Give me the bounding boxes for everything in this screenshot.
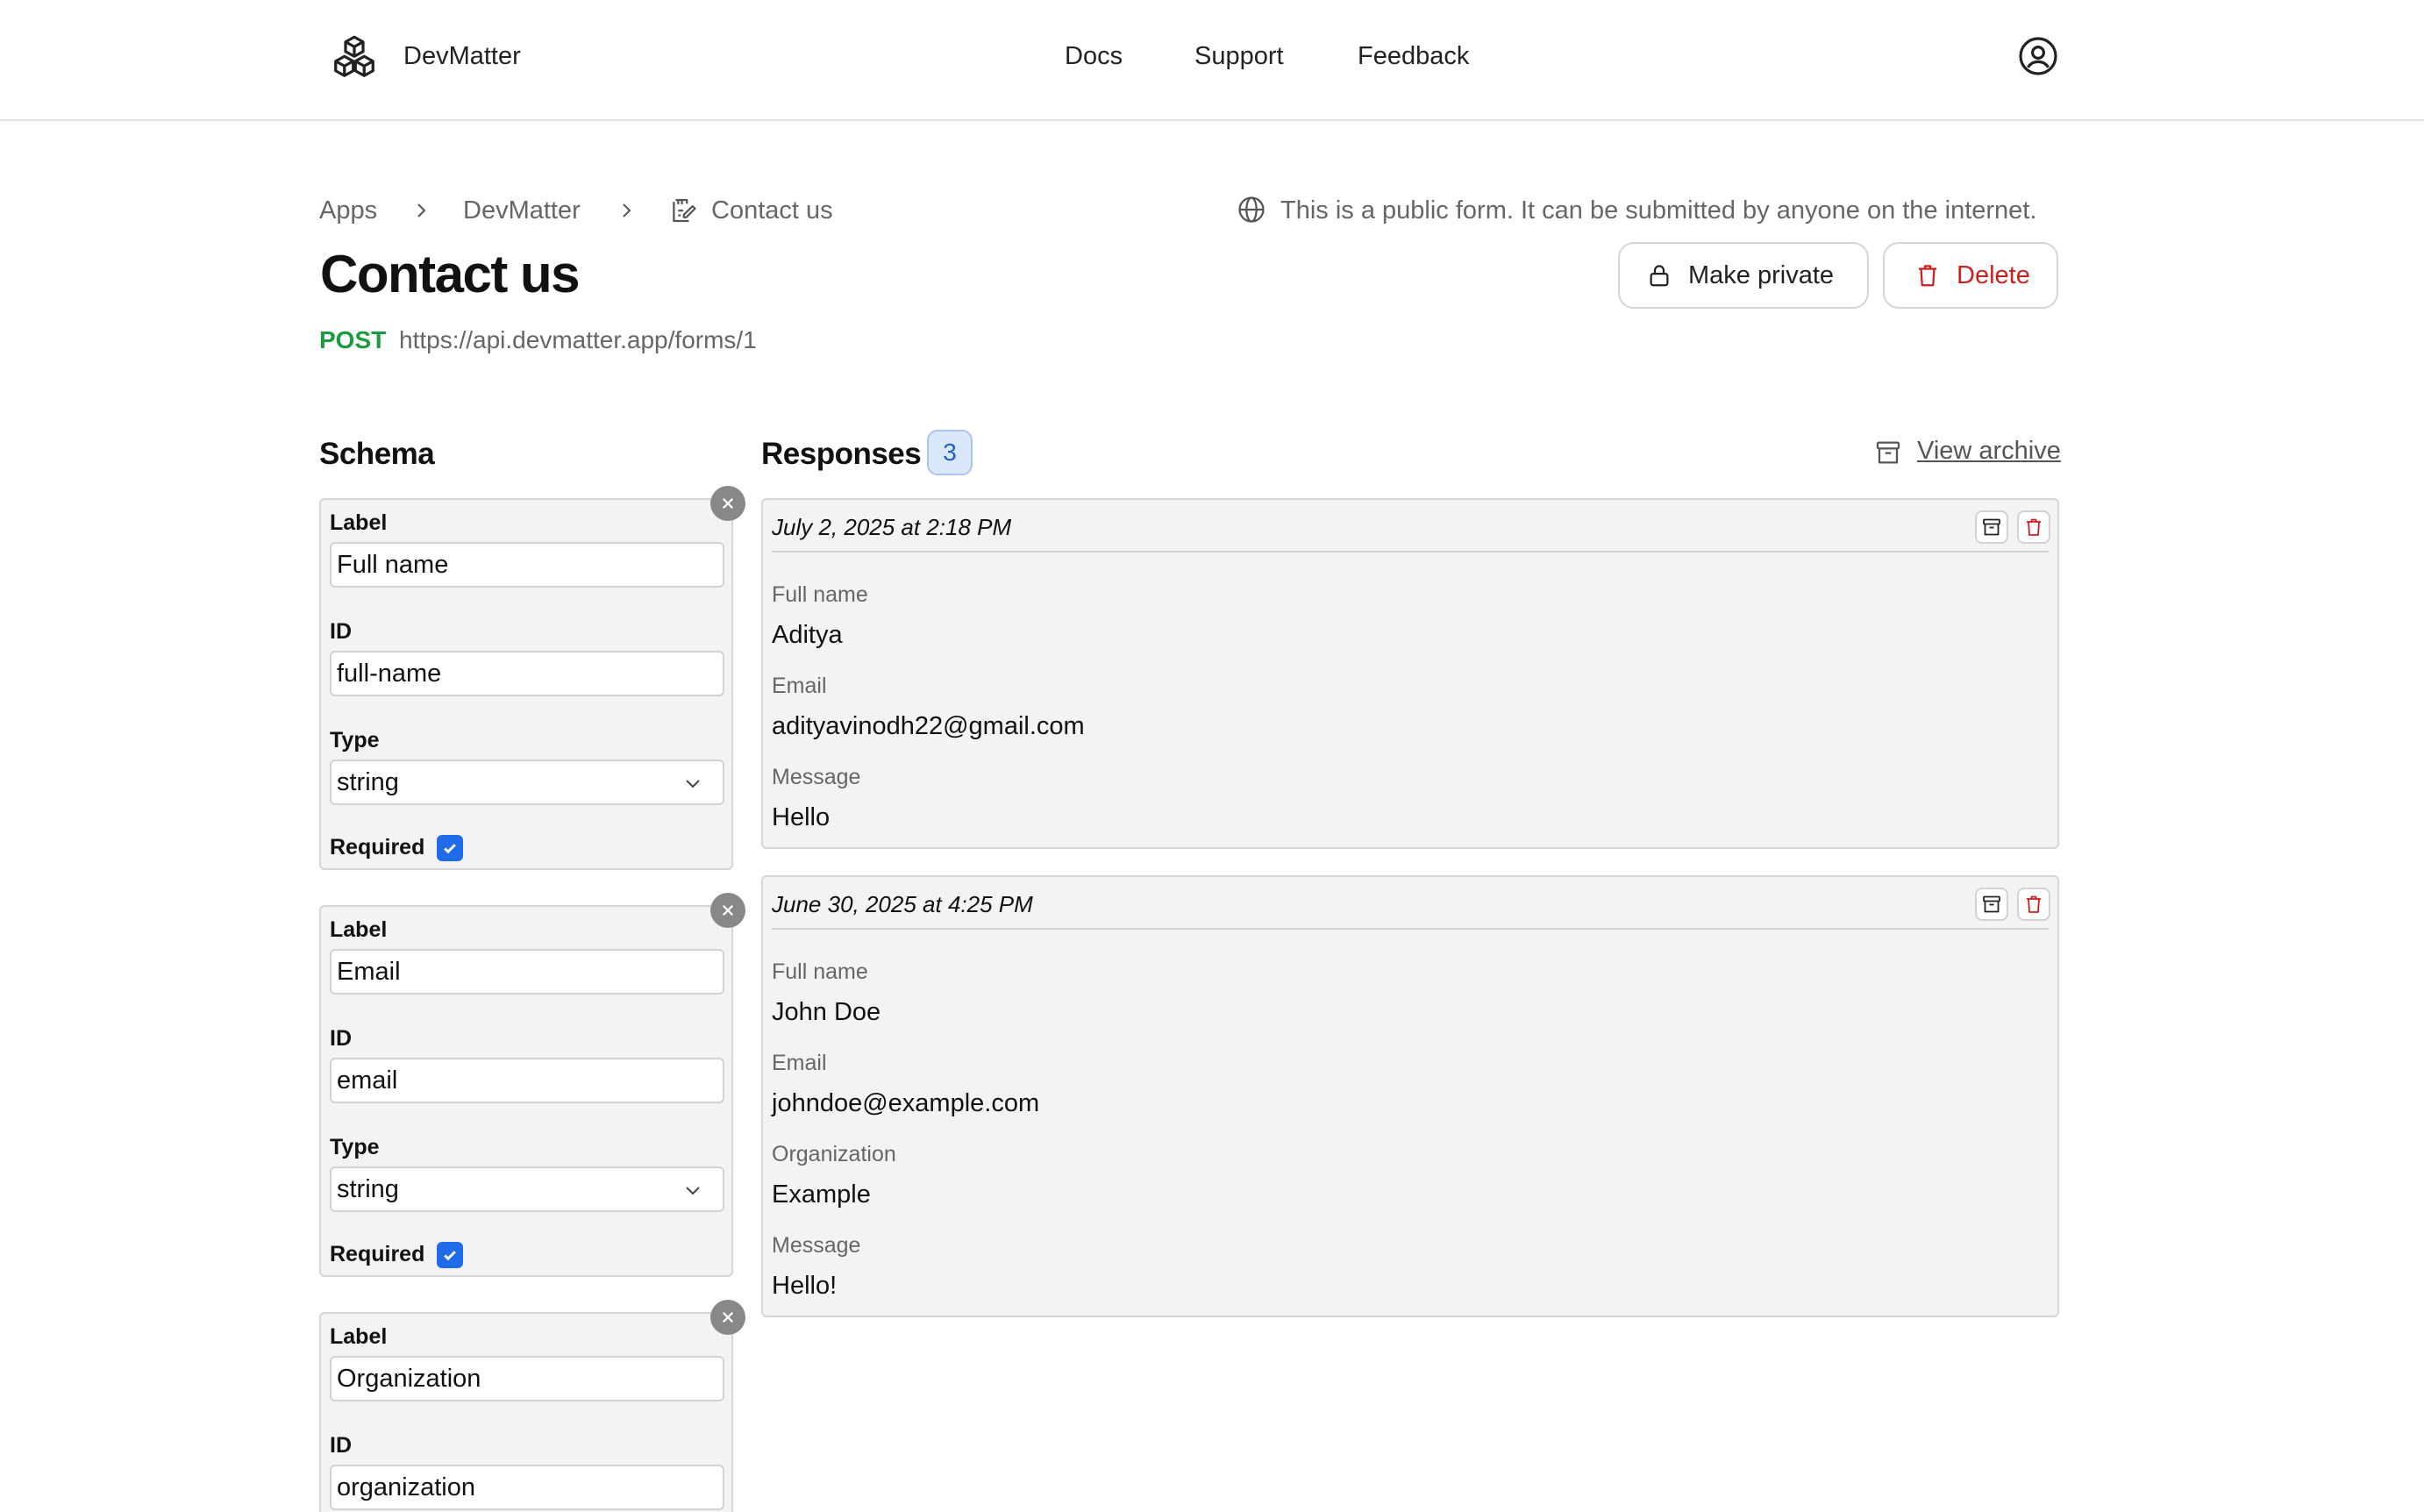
archive-response-button[interactable] xyxy=(1975,510,2008,544)
response-field-key: Email xyxy=(772,1051,827,1075)
required-checkbox[interactable] xyxy=(437,835,463,861)
required-caption: Required xyxy=(330,1242,425,1266)
id-caption: ID xyxy=(330,619,352,644)
archive-response-button[interactable] xyxy=(1975,888,2008,921)
divider xyxy=(772,928,2049,930)
globe-icon xyxy=(1238,196,1265,223)
required-checkbox[interactable] xyxy=(437,1242,463,1268)
remove-field-button[interactable] xyxy=(710,1300,745,1335)
remove-field-button[interactable] xyxy=(710,486,745,521)
response-field-key: Full name xyxy=(772,582,868,607)
field-id-input[interactable] xyxy=(330,1058,724,1103)
schema-field-card: Label ID Type string Required xyxy=(319,893,745,1277)
archive-icon xyxy=(1983,895,2000,913)
label-caption: Label xyxy=(330,510,388,535)
top-navbar: DevMatter Docs Support Feedback xyxy=(0,0,2424,121)
check-icon xyxy=(444,844,456,854)
nav-feedback[interactable]: Feedback xyxy=(1358,42,1469,71)
response-field-key: Message xyxy=(772,1233,861,1258)
chevron-down-icon xyxy=(686,1187,700,1195)
response-card: July 2, 2025 at 2:18 PM Full name Aditya… xyxy=(761,498,2059,849)
response-card: June 30, 2025 at 4:25 PM Full name John … xyxy=(761,875,2059,1317)
response-field-value: John Doe xyxy=(772,998,881,1026)
field-label-input[interactable] xyxy=(330,1356,724,1401)
delete-label: Delete xyxy=(1957,260,2030,289)
id-caption: ID xyxy=(330,1026,352,1051)
field-type-select[interactable]: string xyxy=(330,760,724,805)
divider xyxy=(772,551,2049,553)
response-date: June 30, 2025 at 4:25 PM xyxy=(772,891,1033,917)
chevron-right-icon xyxy=(417,203,426,218)
public-form-notice: This is a public form. It can be submitt… xyxy=(1280,196,2037,225)
response-date: July 2, 2025 at 2:18 PM xyxy=(772,514,1012,540)
page-title: Contact us xyxy=(320,245,581,303)
view-archive-link[interactable]: View archive xyxy=(1917,437,2061,466)
field-label-input[interactable] xyxy=(330,542,724,588)
form-edit-icon xyxy=(673,198,696,223)
nav-docs[interactable]: Docs xyxy=(1065,42,1123,71)
brand-name[interactable]: DevMatter xyxy=(403,42,521,71)
response-field-key: Organization xyxy=(772,1142,896,1166)
field-id-input[interactable] xyxy=(330,1465,724,1510)
field-type-value: string xyxy=(337,1174,399,1203)
lock-icon xyxy=(1650,265,1669,287)
http-method: POST xyxy=(319,326,387,353)
close-icon xyxy=(722,904,734,916)
check-icon xyxy=(444,1251,456,1261)
response-field-value: Hello xyxy=(772,803,831,831)
response-field-value: Aditya xyxy=(772,621,843,649)
response-field-key: Email xyxy=(772,674,827,698)
delete-response-button[interactable] xyxy=(2017,888,2050,921)
field-label-input[interactable] xyxy=(330,949,724,995)
user-circle-icon[interactable] xyxy=(2017,35,2059,77)
type-caption: Type xyxy=(330,728,380,752)
trash-icon xyxy=(2027,518,2041,536)
response-field-value: johndoe@example.com xyxy=(772,1089,1040,1117)
make-private-button[interactable]: Make private xyxy=(1618,242,1869,309)
trash-icon xyxy=(1919,265,1936,287)
close-icon xyxy=(722,497,734,510)
schema-field-card: Label ID xyxy=(319,1300,745,1512)
field-type-value: string xyxy=(337,767,399,796)
chevron-right-icon xyxy=(623,203,631,218)
breadcrumb-apps[interactable]: Apps xyxy=(319,196,377,225)
type-caption: Type xyxy=(330,1135,380,1159)
close-icon xyxy=(722,1311,734,1323)
label-caption: Label xyxy=(330,1324,388,1349)
response-field-key: Full name xyxy=(772,959,868,984)
delete-button[interactable]: Delete xyxy=(1883,242,2058,309)
field-type-select[interactable]: string xyxy=(330,1166,724,1212)
chevron-down-icon xyxy=(686,780,700,788)
cubes-logo-icon[interactable] xyxy=(328,32,381,84)
response-field-value: Hello! xyxy=(772,1272,838,1300)
schema-heading: Schema xyxy=(319,437,435,471)
field-id-input[interactable] xyxy=(330,651,724,696)
trash-icon xyxy=(2027,895,2041,913)
breadcrumb-current: Contact us xyxy=(711,196,833,225)
response-field-value: adityavinodh22@gmail.com xyxy=(772,712,1085,740)
response-field-value: Example xyxy=(772,1180,871,1209)
required-caption: Required xyxy=(330,835,425,859)
remove-field-button[interactable] xyxy=(710,893,745,928)
schema-field-card: Label ID Type string Required xyxy=(319,486,745,870)
nav-support[interactable]: Support xyxy=(1194,42,1284,71)
delete-response-button[interactable] xyxy=(2017,510,2050,544)
archive-icon xyxy=(1876,441,1900,464)
label-caption: Label xyxy=(330,917,388,942)
endpoint-url[interactable]: https://api.devmatter.app/forms/1 xyxy=(399,326,757,354)
breadcrumb-devmatter[interactable]: DevMatter xyxy=(463,196,581,225)
archive-icon xyxy=(1983,518,2000,536)
response-field-key: Message xyxy=(772,765,861,789)
responses-heading: Responses xyxy=(761,437,922,471)
id-caption: ID xyxy=(330,1433,352,1458)
responses-count-badge: 3 xyxy=(927,430,973,475)
make-private-label: Make private xyxy=(1688,260,1835,289)
